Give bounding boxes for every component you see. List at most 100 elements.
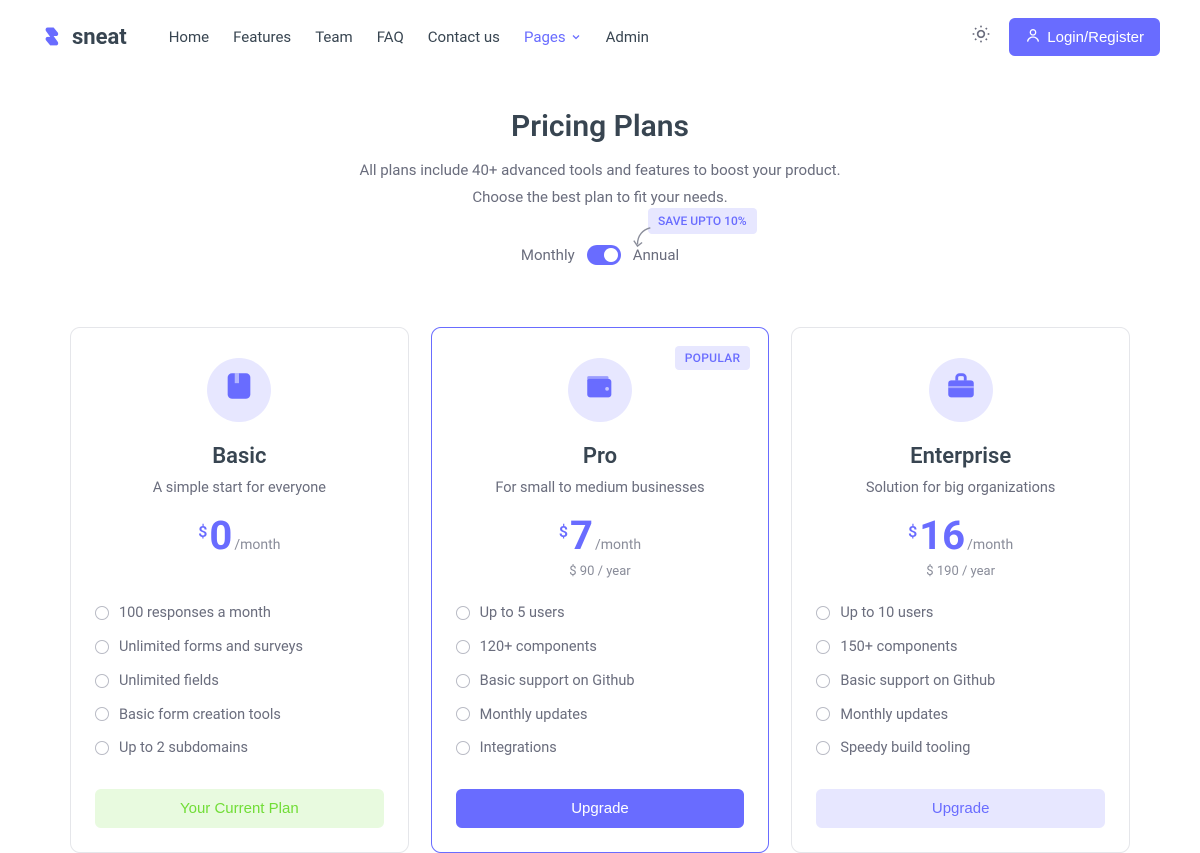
save-badge: SAVE UPTO 10% xyxy=(648,208,757,234)
upgrade-button[interactable]: Upgrade xyxy=(456,789,745,828)
popular-badge: POPULAR xyxy=(675,346,751,370)
nav-link-faq[interactable]: FAQ xyxy=(377,26,404,49)
page-title: Pricing Plans xyxy=(70,104,1130,149)
feature-list: Up to 10 users 150+ components Basic sup… xyxy=(816,596,1105,765)
plan-desc: For small to medium businesses xyxy=(456,477,745,499)
feature-item: Basic form creation tools xyxy=(95,698,384,732)
nav-link-pages[interactable]: Pages xyxy=(524,26,582,49)
circle-icon xyxy=(816,640,830,654)
circle-icon xyxy=(816,606,830,620)
feature-item: Unlimited forms and surveys xyxy=(95,630,384,664)
feature-item: Basic support on Github xyxy=(456,664,745,698)
user-icon xyxy=(1025,27,1041,47)
circle-icon xyxy=(456,741,470,755)
feature-text: Basic support on Github xyxy=(480,670,635,692)
plan-name: Basic xyxy=(95,440,384,473)
login-label: Login/Register xyxy=(1047,29,1144,46)
plan-name: Pro xyxy=(456,440,745,473)
feature-text: Monthly updates xyxy=(480,704,588,726)
brand[interactable]: sneat xyxy=(40,21,127,54)
briefcase-icon xyxy=(944,369,978,410)
feature-text: 100 responses a month xyxy=(119,602,271,624)
price-yearly xyxy=(95,562,384,580)
plan-price: $ 7 /month xyxy=(456,516,745,556)
feature-text: Unlimited forms and surveys xyxy=(119,636,303,658)
price-currency: $ xyxy=(198,520,207,544)
plan-card-pro: POPULAR Pro For small to medium business… xyxy=(431,327,770,853)
feature-text: Up to 5 users xyxy=(480,602,565,624)
feature-text: 150+ components xyxy=(840,636,957,658)
wallet-icon xyxy=(583,369,617,410)
circle-icon xyxy=(95,741,109,755)
feature-item: Monthly updates xyxy=(816,698,1105,732)
price-period: /month xyxy=(234,535,280,556)
feature-item: 120+ components xyxy=(456,630,745,664)
top-nav: sneat Home Features Team FAQ Contact us … xyxy=(0,0,1200,74)
circle-icon xyxy=(456,674,470,688)
feature-text: Monthly updates xyxy=(840,704,948,726)
upgrade-button[interactable]: Upgrade xyxy=(816,789,1105,828)
billing-switch[interactable] xyxy=(587,245,621,265)
plan-name: Enterprise xyxy=(816,440,1105,473)
circle-icon xyxy=(816,741,830,755)
feature-text: Basic support on Github xyxy=(840,670,995,692)
circle-icon xyxy=(456,707,470,721)
circle-icon xyxy=(816,707,830,721)
circle-icon xyxy=(95,707,109,721)
nav-link-team[interactable]: Team xyxy=(315,26,353,49)
feature-text: Basic form creation tools xyxy=(119,704,281,726)
feature-item: Basic support on Github xyxy=(816,664,1105,698)
price-amount: 7 xyxy=(570,516,593,556)
page-subtitle-1: All plans include 40+ advanced tools and… xyxy=(70,159,1130,182)
circle-icon xyxy=(456,606,470,620)
current-plan-button[interactable]: Your Current Plan xyxy=(95,789,384,828)
circle-icon xyxy=(456,640,470,654)
chevron-down-icon xyxy=(570,31,582,43)
nav-link-features[interactable]: Features xyxy=(233,26,291,49)
theme-toggle-button[interactable] xyxy=(971,27,991,47)
nav-right: Login/Register xyxy=(971,18,1160,56)
hero: Pricing Plans All plans include 40+ adva… xyxy=(70,74,1130,267)
nav-link-home[interactable]: Home xyxy=(169,26,209,49)
pricing-grid: Basic A simple start for everyone $ 0 /m… xyxy=(70,327,1130,853)
plan-desc: A simple start for everyone xyxy=(95,477,384,499)
nav-links: Home Features Team FAQ Contact us Pages … xyxy=(169,26,649,49)
feature-item: Monthly updates xyxy=(456,698,745,732)
price-yearly: $ 90 / year xyxy=(456,562,745,580)
feature-item: 100 responses a month xyxy=(95,596,384,630)
feature-list: Up to 5 users 120+ components Basic supp… xyxy=(456,596,745,765)
arrow-swirl-icon xyxy=(632,226,654,252)
feature-item: 150+ components xyxy=(816,630,1105,664)
login-register-button[interactable]: Login/Register xyxy=(1009,18,1160,56)
page-subtitle-2: Choose the best plan to fit your needs. xyxy=(70,186,1130,209)
plan-icon-pro xyxy=(568,358,632,422)
price-period: /month xyxy=(967,535,1013,556)
feature-text: Up to 10 users xyxy=(840,602,933,624)
circle-icon xyxy=(95,606,109,620)
feature-text: Integrations xyxy=(480,737,557,759)
billing-toggle: SAVE UPTO 10% Monthly Annual xyxy=(70,244,1130,267)
toggle-label-monthly[interactable]: Monthly xyxy=(521,244,575,267)
feature-text: 120+ components xyxy=(480,636,597,658)
circle-icon xyxy=(95,640,109,654)
feature-item: Up to 10 users xyxy=(816,596,1105,630)
nav-link-contact[interactable]: Contact us xyxy=(428,26,500,49)
plan-card-basic: Basic A simple start for everyone $ 0 /m… xyxy=(70,327,409,853)
nav-link-admin[interactable]: Admin xyxy=(606,26,649,49)
feature-item: Up to 5 users xyxy=(456,596,745,630)
feature-text: Unlimited fields xyxy=(119,670,219,692)
feature-text: Speedy build tooling xyxy=(840,737,970,759)
price-amount: 16 xyxy=(919,516,965,556)
brand-name: sneat xyxy=(72,21,127,54)
feature-text: Up to 2 subdomains xyxy=(119,737,248,759)
plan-price: $ 0 /month xyxy=(95,516,384,556)
brand-logo-icon xyxy=(40,25,64,49)
book-icon xyxy=(222,369,256,410)
circle-icon xyxy=(816,674,830,688)
nav-link-pages-label: Pages xyxy=(524,26,566,49)
plan-icon-basic xyxy=(207,358,271,422)
plan-price: $ 16 /month xyxy=(816,516,1105,556)
price-yearly: $ 190 / year xyxy=(816,562,1105,580)
circle-icon xyxy=(95,674,109,688)
plan-desc: Solution for big organizations xyxy=(816,477,1105,499)
